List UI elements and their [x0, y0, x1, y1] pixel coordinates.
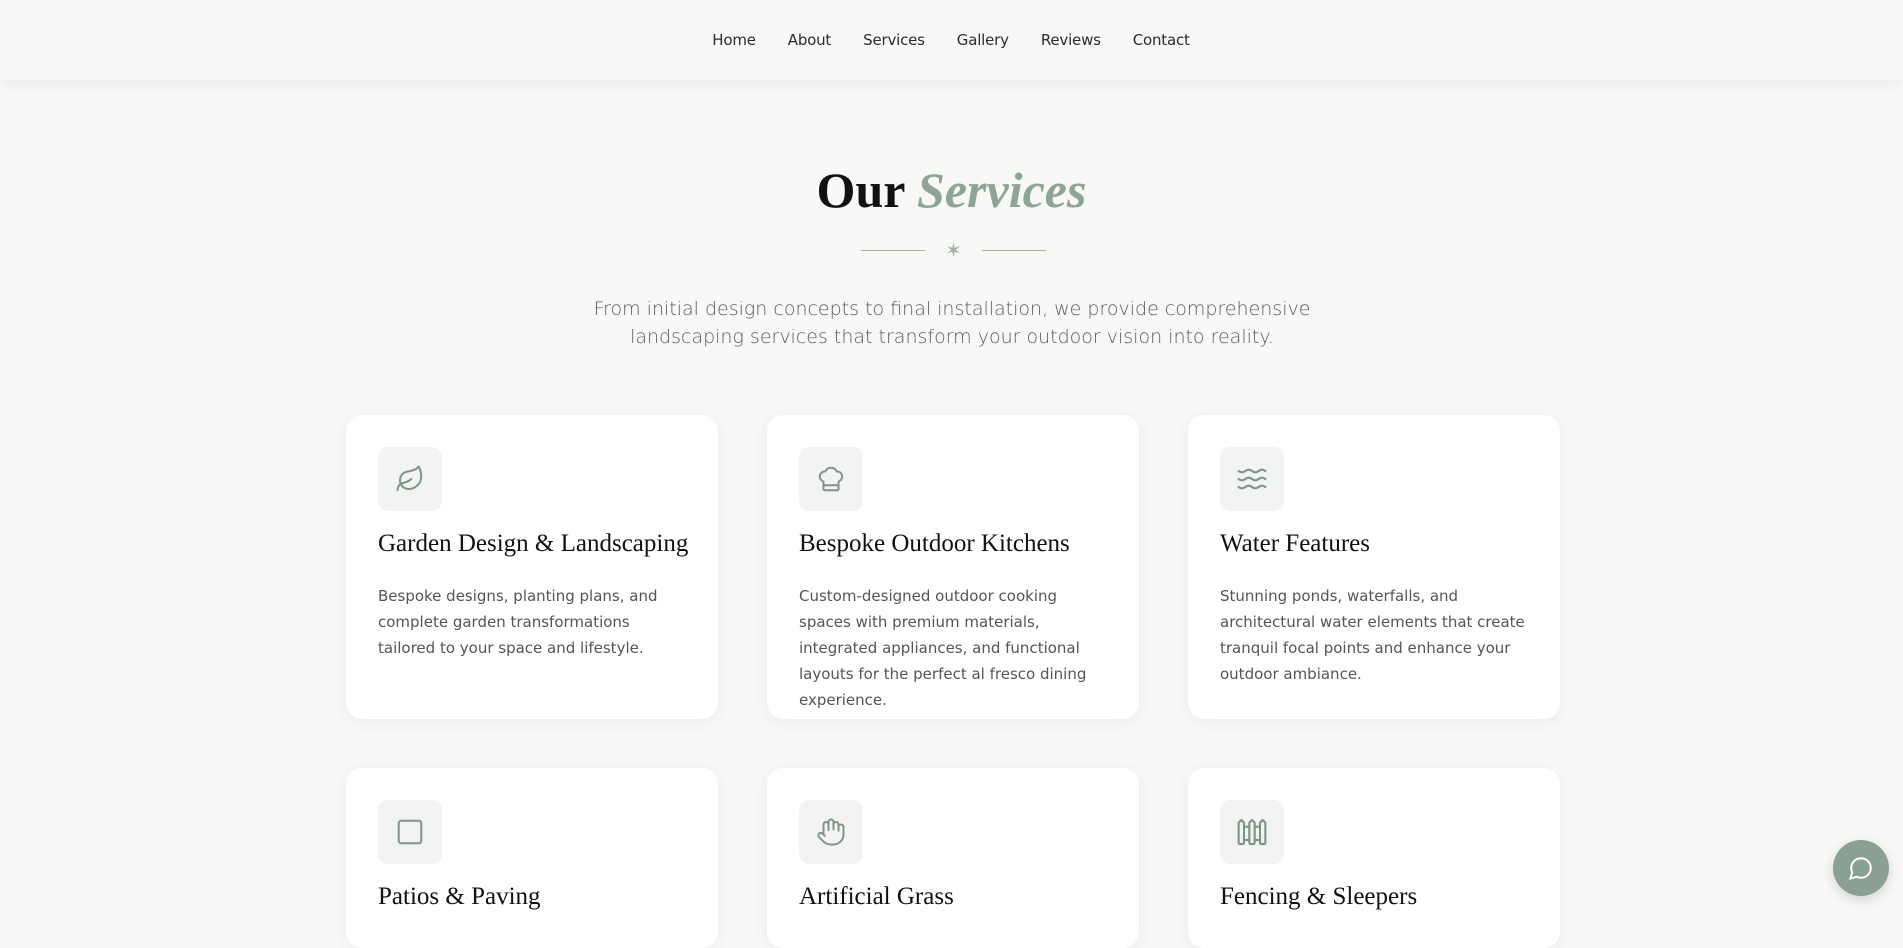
nav-link-home[interactable]: Home: [712, 31, 756, 49]
service-card-garden-design[interactable]: Garden Design & Landscaping Bespoke desi…: [346, 415, 718, 719]
service-card-fencing-sleepers[interactable]: Fencing & Sleepers: [1188, 768, 1560, 948]
nav-link-about[interactable]: About: [788, 31, 832, 49]
section-title-plain: Our: [816, 162, 905, 218]
service-card-water-features[interactable]: Water Features Stunning ponds, waterfall…: [1188, 415, 1560, 719]
service-card-patios-paving[interactable]: Patios & Paving: [346, 768, 718, 948]
divider-star-icon: ✶: [945, 238, 962, 262]
grass-hand-icon: [799, 800, 863, 864]
service-title: Garden Design & Landscaping: [378, 530, 689, 557]
nav-link-contact[interactable]: Contact: [1133, 31, 1190, 49]
service-card-artificial-grass[interactable]: Artificial Grass: [767, 768, 1139, 948]
leaf-icon: [378, 447, 442, 511]
top-navbar: Home About Services Gallery Reviews Cont…: [0, 0, 1903, 80]
service-description: Bespoke designs, planting plans, and com…: [378, 587, 658, 657]
title-divider: ✶: [861, 238, 1046, 262]
service-description: Custom-designed outdoor cooking spaces w…: [799, 587, 1087, 709]
chat-button[interactable]: [1833, 840, 1889, 896]
divider-line-right: [981, 249, 1046, 251]
service-description: Stunning ponds, waterfalls, and architec…: [1220, 587, 1525, 683]
nav-link-reviews[interactable]: Reviews: [1041, 31, 1101, 49]
square-icon: [378, 800, 442, 864]
nav-link-services[interactable]: Services: [863, 31, 925, 49]
section-title-accent: Services: [917, 162, 1087, 218]
chat-bubble-icon: [1849, 857, 1872, 880]
service-title: Water Features: [1220, 530, 1370, 557]
section-title: Our Services: [0, 160, 1903, 220]
divider-line-left: [861, 249, 925, 251]
service-card-outdoor-kitchens[interactable]: Bespoke Outdoor Kitchens Custom-designed…: [767, 415, 1139, 719]
chef-hat-icon: [799, 447, 863, 511]
nav-links: Home About Services Gallery Reviews Cont…: [712, 31, 1190, 49]
nav-link-gallery[interactable]: Gallery: [957, 31, 1009, 49]
waves-icon: [1220, 447, 1284, 511]
service-title: Bespoke Outdoor Kitchens: [799, 530, 1070, 557]
fence-icon: [1220, 800, 1284, 864]
section-intro: From initial design concepts to final in…: [593, 298, 1311, 348]
